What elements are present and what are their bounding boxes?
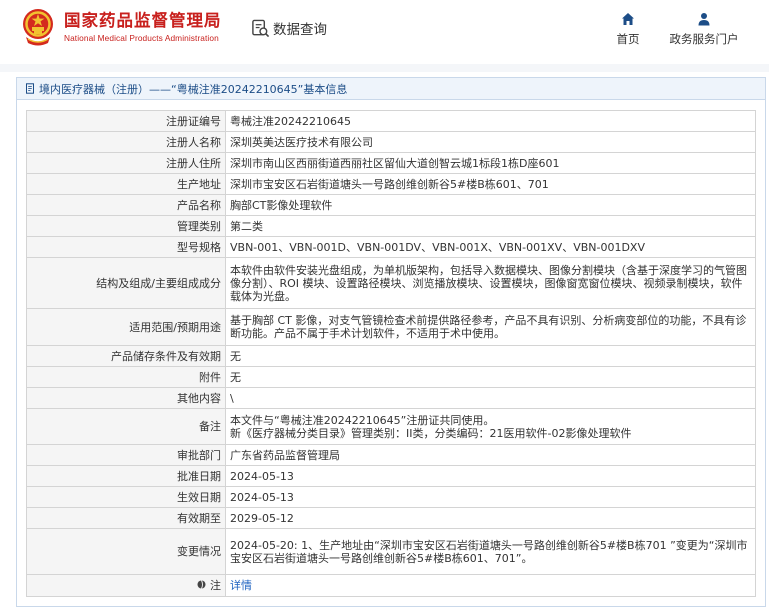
- field-label: 注: [26, 574, 226, 597]
- field-value: 基于胸部 CT 影像，对支气管镜检查术前提供路径参考，产品不具有识别、分析病变部…: [225, 308, 756, 346]
- data-query-icon: [251, 19, 270, 38]
- field-value: VBN-001、VBN-001D、VBN-001DV、VBN-001X、VBN-…: [225, 236, 756, 258]
- field-label: 备注: [26, 408, 226, 445]
- field-label: 生效日期: [26, 486, 226, 508]
- field-label: 型号规格: [26, 236, 226, 258]
- table-row: 其他内容 \: [26, 387, 756, 409]
- table-row: 注 详情: [26, 574, 756, 597]
- field-label: 注册人名称: [26, 131, 226, 153]
- field-value: 2029-05-12: [225, 507, 756, 529]
- table-row: 管理类别 第二类: [26, 215, 756, 237]
- user-icon: [698, 13, 710, 26]
- nav-home[interactable]: 首页: [612, 12, 644, 47]
- top-bar: 国家药品监督管理局 National Medical Products Admi…: [0, 0, 769, 64]
- table-row: 注册证编号 粤械注准20242210645: [26, 110, 756, 132]
- field-value: 详情: [225, 574, 756, 597]
- footer-note-label: 注: [210, 579, 221, 592]
- field-label: 产品名称: [26, 194, 226, 216]
- field-value: 粤械注准20242210645: [225, 110, 756, 132]
- document-icon: [26, 83, 34, 94]
- data-query-label: 数据查询: [273, 22, 327, 38]
- table-row: 变更情况 2024-05-20: 1、生产地址由“深圳市宝安区石岩街道塘头一号路…: [26, 528, 756, 575]
- field-value: 胸部CT影像处理软件: [225, 194, 756, 216]
- field-value: \: [225, 387, 756, 409]
- field-label: 产品储存条件及有效期: [26, 345, 226, 367]
- table-row: 批准日期 2024-05-13: [26, 465, 756, 487]
- details-link[interactable]: 详情: [230, 579, 252, 592]
- table-row: 备注 本文件与“粤械注准20242210645”注册证共同使用。 新《医疗器械分…: [26, 408, 756, 445]
- table-row: 结构及组成/主要组成成分 本软件由软件安装光盘组成，为单机版架构，包括导入数据模…: [26, 257, 756, 309]
- field-label: 注册人住所: [26, 152, 226, 174]
- field-label: 附件: [26, 366, 226, 388]
- field-value: 无: [225, 345, 756, 367]
- field-value: 2024-05-20: 1、生产地址由“深圳市宝安区石岩街道塘头一号路创维创新谷…: [225, 528, 756, 575]
- panel-header: 境内医疗器械（注册）——“粤械注准20242210645”基本信息: [17, 78, 765, 100]
- table-row: 生效日期 2024-05-13: [26, 486, 756, 508]
- field-value: 2024-05-13: [225, 465, 756, 487]
- field-value: 深圳市南山区西丽街道西丽社区留仙大道创智云城1标段1栋D座601: [225, 152, 756, 174]
- home-icon: [622, 13, 634, 25]
- field-label: 其他内容: [26, 387, 226, 409]
- field-label: 管理类别: [26, 215, 226, 237]
- registration-info-table: 注册证编号 粤械注准20242210645 注册人名称 深圳英美达医疗技术有限公…: [26, 110, 756, 597]
- field-label: 变更情况: [26, 528, 226, 575]
- field-value: 本文件与“粤械注准20242210645”注册证共同使用。 新《医疗器械分类目录…: [225, 408, 756, 445]
- field-label: 有效期至: [26, 507, 226, 529]
- field-value: 第二类: [225, 215, 756, 237]
- table-row: 型号规格 VBN-001、VBN-001D、VBN-001DV、VBN-001X…: [26, 236, 756, 258]
- table-row: 适用范围/预期用途 基于胸部 CT 影像，对支气管镜检查术前提供路径参考，产品不…: [26, 308, 756, 346]
- table-row: 有效期至 2029-05-12: [26, 507, 756, 529]
- site-logo[interactable]: 国家药品监督管理局 National Medical Products Admi…: [22, 8, 222, 46]
- header-divider: [0, 64, 769, 72]
- field-value: 广东省药品监督管理局: [225, 444, 756, 466]
- table-row: 注册人名称 深圳英美达医疗技术有限公司: [26, 131, 756, 153]
- field-label: 结构及组成/主要组成成分: [26, 257, 226, 309]
- table-row: 附件 无: [26, 366, 756, 388]
- table-row: 产品储存条件及有效期 无: [26, 345, 756, 367]
- table-row: 生产地址 深圳市宝安区石岩街道塘头一号路创维创新谷5#楼B栋601、701: [26, 173, 756, 195]
- table-row: 审批部门 广东省药品监督管理局: [26, 444, 756, 466]
- field-value: 本软件由软件安装光盘组成，为单机版架构，包括导入数据模块、图像分割模块（含基于深…: [225, 257, 756, 309]
- field-value: 深圳市宝安区石岩街道塘头一号路创维创新谷5#楼B栋601、701: [225, 173, 756, 195]
- data-query-heading: 数据查询: [251, 18, 327, 38]
- field-label: 注册证编号: [26, 110, 226, 132]
- site-title: 国家药品监督管理局: [64, 11, 222, 30]
- field-value: 无: [225, 366, 756, 388]
- table-row: 产品名称 胸部CT影像处理软件: [26, 194, 756, 216]
- site-subtitle: National Medical Products Administration: [64, 33, 219, 43]
- field-label: 审批部门: [26, 444, 226, 466]
- nav-service-portal[interactable]: 政务服务门户: [666, 12, 742, 47]
- panel-title: 境内医疗器械（注册）——“粤械注准20242210645”基本信息: [39, 82, 348, 96]
- registration-detail-panel: 境内医疗器械（注册）——“粤械注准20242210645”基本信息 注册证编号 …: [16, 77, 766, 607]
- table-row: 注册人住所 深圳市南山区西丽街道西丽社区留仙大道创智云城1标段1栋D座601: [26, 152, 756, 174]
- field-value: 深圳英美达医疗技术有限公司: [225, 131, 756, 153]
- field-label: 批准日期: [26, 465, 226, 487]
- nav-home-label: 首页: [616, 32, 640, 46]
- national-emblem-icon: [22, 8, 54, 46]
- field-value: 2024-05-13: [225, 486, 756, 508]
- field-label: 生产地址: [26, 173, 226, 195]
- nav-service-portal-label: 政务服务门户: [669, 32, 739, 46]
- globe-pin-icon: [197, 579, 211, 592]
- field-label: 适用范围/预期用途: [26, 308, 226, 346]
